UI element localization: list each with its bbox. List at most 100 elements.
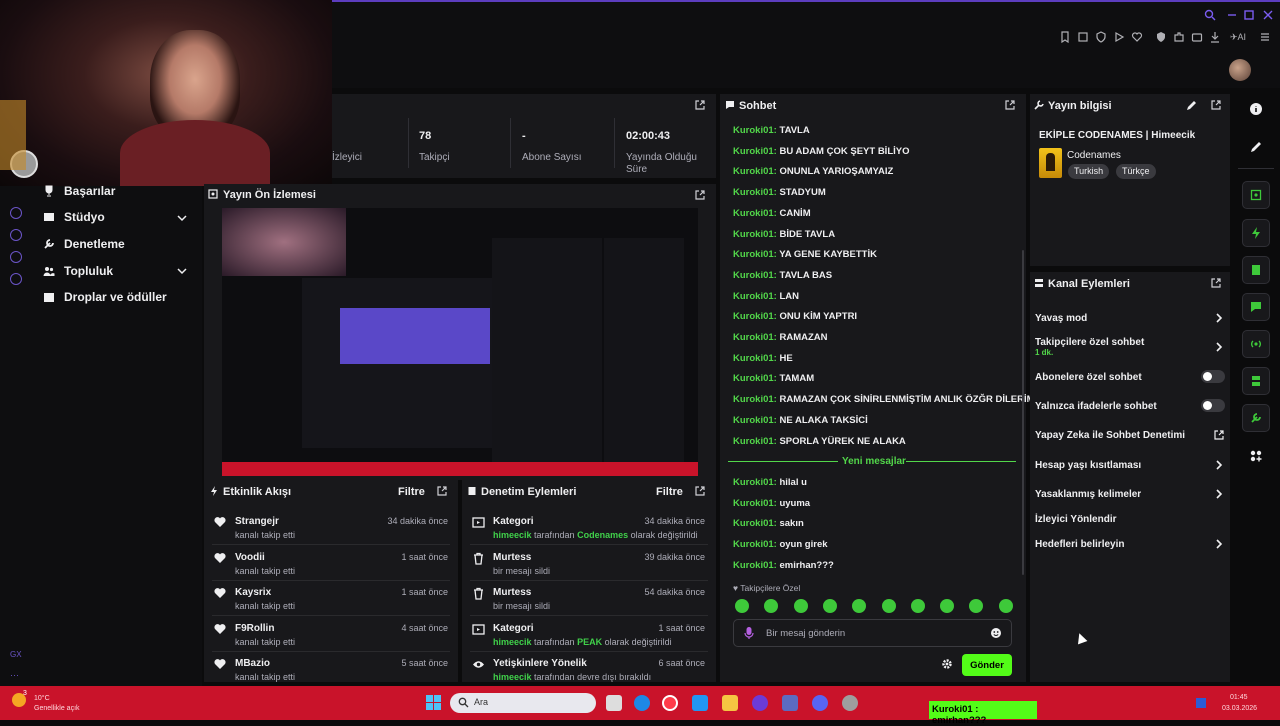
chat-username[interactable]: Kuroki01	[733, 208, 774, 219]
activity-toggle-button[interactable]	[1242, 219, 1270, 247]
chevron-right-icon[interactable]	[1213, 341, 1225, 353]
taskbar-search[interactable]: Ara	[450, 693, 596, 713]
shield-icon[interactable]	[1154, 30, 1168, 44]
sidebar-item-community[interactable]: Topluluk	[42, 264, 113, 278]
event-user[interactable]: Voodii	[235, 552, 265, 563]
modlog-filter-button[interactable]: Filtre	[656, 486, 683, 498]
tag-badge[interactable]: Türkçe	[1116, 164, 1156, 179]
windows-start-icon[interactable]	[426, 695, 441, 710]
stream-info-toggle-button[interactable]	[1242, 404, 1270, 432]
screenshot-icon[interactable]	[1076, 30, 1090, 44]
broadcast-toggle-button[interactable]	[1242, 330, 1270, 358]
search-icon[interactable]	[1204, 9, 1216, 21]
minimize-icon[interactable]	[1226, 9, 1238, 21]
app-ring-icon[interactable]	[752, 695, 768, 711]
subs-only-toggle[interactable]	[1201, 370, 1225, 383]
sidebar-item-drops[interactable]: Droplar ve ödüller	[42, 290, 167, 304]
chat-username[interactable]: Kuroki01	[733, 311, 774, 322]
sidebar-item-moderation[interactable]: Denetleme	[42, 237, 125, 251]
chat-username[interactable]: Kuroki01	[733, 125, 774, 136]
category-thumbnail[interactable]	[1039, 148, 1062, 178]
modlog-user[interactable]: himeecik	[493, 530, 532, 540]
emote-icon[interactable]	[735, 599, 749, 613]
chat-username[interactable]: Kuroki01	[733, 249, 774, 260]
modlog-action[interactable]: Kategori	[493, 623, 534, 634]
chat-username[interactable]: Kuroki01	[733, 394, 774, 405]
sidebar-item-achievements[interactable]: Başarılar	[42, 184, 115, 198]
chat-toggle-button[interactable]	[1242, 293, 1270, 321]
folder-icon[interactable]	[722, 695, 738, 711]
maximize-icon[interactable]	[1243, 9, 1255, 21]
chat-username[interactable]: Kuroki01	[733, 332, 774, 343]
chat-username[interactable]: Kuroki01	[733, 146, 774, 157]
clock-date[interactable]: 03.03.2026	[1222, 705, 1257, 712]
settings-icon[interactable]	[10, 273, 22, 285]
chat-username[interactable]: Kuroki01	[733, 477, 774, 488]
chat-username[interactable]: Kuroki01	[733, 539, 774, 550]
modlog-action[interactable]: Murtess	[493, 587, 531, 598]
chevron-right-icon[interactable]	[1213, 459, 1225, 471]
chat-username[interactable]: Kuroki01	[733, 353, 774, 364]
edge-icon[interactable]	[634, 695, 650, 711]
popout-icon[interactable]	[1210, 99, 1222, 111]
chat-username[interactable]: Kuroki01	[733, 291, 774, 302]
emote-icon[interactable]	[881, 599, 896, 613]
app-icon[interactable]	[842, 695, 858, 711]
chat-scrollbar[interactable]	[1022, 250, 1024, 575]
activity-filter-button[interactable]: Filtre	[398, 486, 425, 498]
send-button[interactable]: Gönder	[962, 654, 1012, 676]
event-user[interactable]: F9Rollin	[235, 623, 274, 634]
wallet-icon[interactable]	[1190, 30, 1204, 44]
raid-item[interactable]: İzleyici Yönlendir	[1035, 514, 1117, 525]
discord-icon[interactable]	[812, 695, 828, 711]
popout-icon[interactable]	[1210, 277, 1222, 289]
extensions-icon[interactable]	[1172, 30, 1186, 44]
play-icon[interactable]	[1112, 30, 1126, 44]
chevron-down-icon[interactable]	[176, 212, 188, 224]
chat-input-placeholder[interactable]: Bir mesaj gönderin	[766, 628, 845, 639]
chevron-right-icon[interactable]	[1213, 488, 1225, 500]
tag-badge[interactable]: Turkish	[1068, 164, 1110, 179]
microphone-icon[interactable]	[742, 626, 756, 640]
emote-icon[interactable]	[998, 599, 1013, 613]
event-user[interactable]: MBazio	[235, 658, 270, 669]
shield-check-icon[interactable]	[1094, 30, 1108, 44]
ai-button-icon[interactable]: ✈AI	[1226, 30, 1250, 44]
account-age-item[interactable]: Hesap yaşı kısıtlaması	[1035, 460, 1141, 471]
chat-toast[interactable]: Kuroki01 : emirhan???	[929, 701, 1037, 726]
preview-toggle-button[interactable]	[1242, 181, 1270, 209]
chat-username[interactable]: Kuroki01	[733, 498, 774, 509]
actions-toggle-button[interactable]	[1242, 367, 1270, 395]
download-icon[interactable]	[1208, 30, 1222, 44]
store-icon[interactable]	[692, 695, 708, 711]
close-icon[interactable]	[1262, 9, 1274, 21]
chat-username[interactable]: Kuroki01	[733, 270, 774, 281]
chat-username[interactable]: Kuroki01	[733, 187, 774, 198]
heart-icon[interactable]	[1130, 30, 1144, 44]
modlog-toggle-button[interactable]	[1242, 256, 1270, 284]
stream-preview[interactable]	[222, 208, 698, 476]
popout-icon[interactable]	[694, 485, 706, 497]
chat-username[interactable]: Kuroki01	[733, 229, 774, 240]
modlog-action[interactable]: Murtess	[493, 552, 531, 563]
event-user[interactable]: Strangejr	[235, 516, 279, 527]
event-user[interactable]: Kaysrix	[235, 587, 271, 598]
gear-icon[interactable]	[941, 658, 953, 670]
chat-username[interactable]: Kuroki01	[733, 373, 774, 384]
chat-username[interactable]: Kuroki01	[733, 166, 774, 177]
emote-icon[interactable]	[910, 599, 925, 613]
opera-gx-icon[interactable]	[662, 695, 678, 711]
popout-icon[interactable]	[436, 485, 448, 497]
chat-username[interactable]: Kuroki01	[733, 436, 774, 447]
followers-only-item[interactable]: Takipçilere özel sohbet	[1035, 337, 1144, 348]
external-link-icon[interactable]	[1213, 429, 1225, 441]
edit-icon[interactable]	[1186, 100, 1197, 111]
chevron-right-icon[interactable]	[1213, 312, 1225, 324]
emote-icon[interactable]	[940, 599, 955, 613]
popout-icon[interactable]	[1004, 99, 1016, 111]
chevron-right-icon[interactable]	[1213, 538, 1225, 550]
chat-username[interactable]: Kuroki01	[733, 560, 774, 571]
modlog-action[interactable]: Kategori	[493, 516, 534, 527]
avatar[interactable]	[1229, 59, 1251, 81]
pencil-icon[interactable]	[1249, 140, 1263, 154]
